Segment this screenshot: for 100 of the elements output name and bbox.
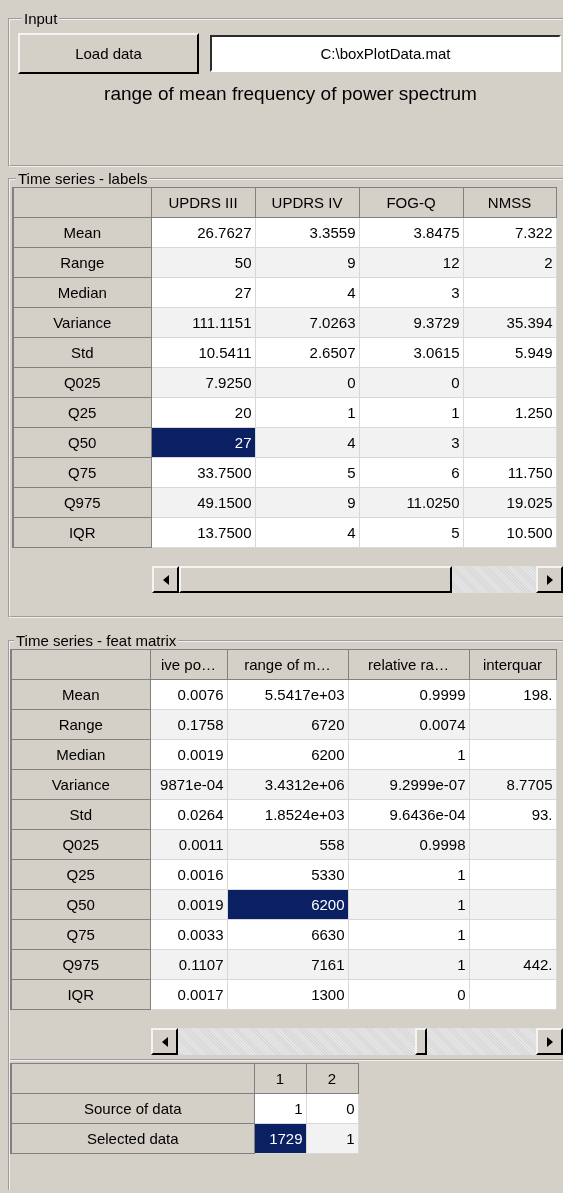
table-cell[interactable]: 0.0019 [150, 739, 227, 770]
horizontal-scrollbar[interactable] [152, 566, 563, 593]
table-cell[interactable]: 0 [255, 367, 359, 398]
table-cell[interactable] [469, 979, 556, 1010]
table-cell[interactable]: 13.7500 [151, 517, 255, 548]
column-header[interactable]: 1 [254, 1063, 306, 1094]
column-header[interactable]: FOG-Q [359, 187, 463, 218]
table-cell[interactable]: 442. [469, 949, 556, 980]
table-cell[interactable]: 1 [306, 1123, 358, 1154]
column-header[interactable]: NMSS [463, 187, 556, 218]
table-cell[interactable]: 0 [306, 1093, 358, 1124]
table-cell[interactable]: 7.0263 [255, 307, 359, 338]
table-cell[interactable]: 0.0011 [150, 829, 227, 860]
table-cell[interactable]: 0 [348, 979, 469, 1010]
table-cell[interactable]: 198. [469, 679, 556, 710]
table-cell[interactable]: 7.322 [463, 217, 556, 248]
table-cell[interactable]: 27 [151, 277, 255, 308]
column-header[interactable]: UPDRS III [151, 187, 255, 218]
row-header[interactable]: Q025 [13, 367, 151, 398]
column-header[interactable]: ive po… [150, 649, 227, 680]
table-cell[interactable]: 1729 [254, 1123, 306, 1154]
table-cell[interactable]: 11.750 [463, 457, 556, 488]
table-cell[interactable]: 0.0076 [150, 679, 227, 710]
table-cell[interactable]: 4 [255, 277, 359, 308]
table-cell[interactable]: 111.1151 [151, 307, 255, 338]
table-cell[interactable]: 1 [359, 397, 463, 428]
table-cell[interactable]: 49.1500 [151, 487, 255, 518]
horizontal-scrollbar[interactable] [151, 1028, 563, 1055]
row-header[interactable]: Q25 [13, 397, 151, 428]
table-cell[interactable]: 0.0017 [150, 979, 227, 1010]
table-cell[interactable]: 9.3729 [359, 307, 463, 338]
table-cell[interactable]: 0.0016 [150, 859, 227, 890]
row-header[interactable]: Q50 [13, 427, 151, 458]
table-cell[interactable]: 7161 [227, 949, 348, 980]
scroll-right-button[interactable] [536, 1028, 563, 1055]
table-cell[interactable]: 1 [348, 739, 469, 770]
table-cell[interactable]: 3.8475 [359, 217, 463, 248]
row-header[interactable]: Selected data [11, 1123, 254, 1154]
table-cell[interactable]: 5 [255, 457, 359, 488]
scroll-right-button[interactable] [536, 566, 563, 593]
table-cell[interactable]: 12 [359, 247, 463, 278]
table-cell[interactable]: 3.0615 [359, 337, 463, 368]
table-cell[interactable]: 10.5411 [151, 337, 255, 368]
table-cell[interactable] [469, 829, 556, 860]
table-cell[interactable]: 2.6507 [255, 337, 359, 368]
table-cell[interactable]: 0.9999 [348, 679, 469, 710]
row-header[interactable]: Q75 [13, 457, 151, 488]
table-cell[interactable]: 20 [151, 397, 255, 428]
row-header[interactable]: IQR [13, 517, 151, 548]
table-cell[interactable]: 5.5417e+03 [227, 679, 348, 710]
table-cell[interactable]: 9 [255, 247, 359, 278]
table-cell[interactable]: 0.1758 [150, 709, 227, 740]
row-header[interactable]: Source of data [11, 1093, 254, 1124]
column-header[interactable]: interquar [469, 649, 556, 680]
table-cell[interactable]: 0.0033 [150, 919, 227, 950]
row-header[interactable]: Q975 [11, 949, 150, 980]
table-cell[interactable]: 6720 [227, 709, 348, 740]
table-cell[interactable]: 8.7705 [469, 769, 556, 800]
row-header[interactable]: IQR [11, 979, 150, 1010]
row-header[interactable]: Q50 [11, 889, 150, 920]
table-cell[interactable]: 1 [348, 949, 469, 980]
row-header[interactable]: Median [11, 739, 150, 770]
table-cell[interactable]: 1 [348, 889, 469, 920]
table-cell[interactable]: 27 [151, 427, 255, 458]
table-cell[interactable] [463, 367, 556, 398]
table-cell[interactable] [469, 859, 556, 890]
table-cell[interactable]: 1300 [227, 979, 348, 1010]
table-cell[interactable]: 5330 [227, 859, 348, 890]
table-cell[interactable]: 1 [254, 1093, 306, 1124]
table-cell[interactable]: 1 [348, 919, 469, 950]
table-cell[interactable]: 50 [151, 247, 255, 278]
scroll-thumb[interactable] [179, 566, 452, 593]
row-header[interactable]: Q975 [13, 487, 151, 518]
row-header[interactable]: Mean [13, 217, 151, 248]
table-cell[interactable]: 1 [255, 397, 359, 428]
row-header[interactable]: Range [11, 709, 150, 740]
table-cell[interactable]: 2 [463, 247, 556, 278]
row-header[interactable]: Std [11, 799, 150, 830]
table-cell[interactable]: 10.500 [463, 517, 556, 548]
row-header[interactable]: Variance [13, 307, 151, 338]
table-cell[interactable] [469, 709, 556, 740]
table-cell[interactable]: 9.6436e-04 [348, 799, 469, 830]
table-cell[interactable]: 11.0250 [359, 487, 463, 518]
row-header[interactable]: Q25 [11, 859, 150, 890]
table-cell[interactable]: 558 [227, 829, 348, 860]
table-cell[interactable]: 0.9998 [348, 829, 469, 860]
column-header[interactable]: relative ra… [348, 649, 469, 680]
table-cell[interactable]: 7.9250 [151, 367, 255, 398]
table-cell[interactable]: 9.2999e-07 [348, 769, 469, 800]
row-header[interactable]: Variance [11, 769, 150, 800]
table-cell[interactable] [463, 277, 556, 308]
table-cell[interactable]: 26.7627 [151, 217, 255, 248]
table-cell[interactable]: 6200 [227, 889, 348, 920]
table-cell[interactable] [469, 919, 556, 950]
row-header[interactable]: Range [13, 247, 151, 278]
table-cell[interactable]: 5 [359, 517, 463, 548]
row-header[interactable]: Median [13, 277, 151, 308]
scroll-thumb[interactable] [415, 1028, 427, 1055]
table-cell[interactable]: 9871e-04 [150, 769, 227, 800]
table-cell[interactable]: 4 [255, 427, 359, 458]
